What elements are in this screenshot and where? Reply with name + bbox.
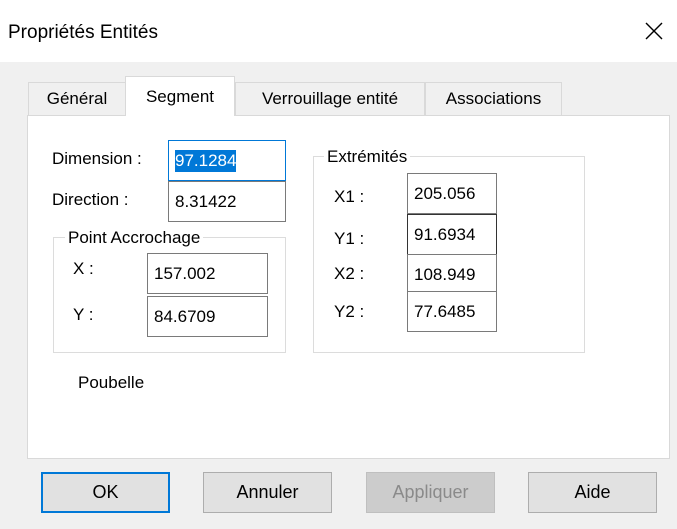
point-y-field[interactable]: 84.6709 [147,296,268,337]
point-x-field[interactable]: 157.002 [147,253,268,294]
point-x-label: X : [73,259,94,278]
x1-field[interactable]: 205.056 [407,173,497,214]
dimension-field[interactable]: 97.1284 [168,140,286,181]
point-y-label: Y : [73,305,94,324]
y1-field[interactable]: 91.6934 [407,214,497,255]
x2-label: X2 : [334,264,365,283]
tab-verrouillage-entite[interactable]: Verrouillage entité [235,82,425,115]
dimension-value: 97.1284 [175,149,237,172]
apply-button: Appliquer [366,472,495,513]
cancel-button[interactable]: Annuler [203,472,332,513]
help-button[interactable]: Aide [528,472,657,513]
tab-segment[interactable]: Segment [125,76,235,116]
direction-label: Direction : [52,190,129,209]
y1-label: Y1 : [334,229,365,248]
direction-field[interactable]: 8.31422 [168,181,286,222]
tab-strip: Général Segment Verrouillage entité Asso… [0,0,677,116]
x1-label: X1 : [334,187,365,206]
tab-associations[interactable]: Associations [425,82,562,115]
segment-tab-panel: Dimension : 97.1284 Direction : 8.31422 … [27,115,670,459]
tab-general[interactable]: Général [28,82,126,115]
properties-dialog: Propriétés Entités Général Segment Verro… [0,0,677,529]
ok-button[interactable]: OK [41,472,170,513]
dimension-label: Dimension : [52,149,142,168]
poubelle-label[interactable]: Poubelle [78,373,144,393]
point-accrochage-title: Point Accrochage [65,228,204,248]
x2-field[interactable]: 108.949 [407,254,497,295]
extremites-title: Extrémités [324,147,411,167]
y2-field[interactable]: 77.6485 [407,291,497,332]
y2-label: Y2 : [334,302,365,321]
